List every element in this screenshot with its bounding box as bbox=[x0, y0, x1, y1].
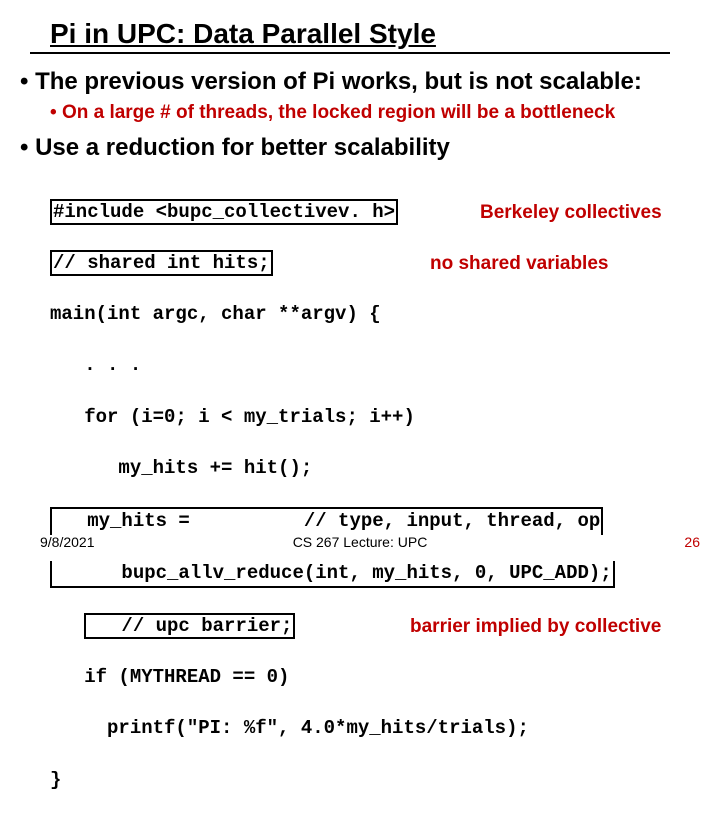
annot-berkeley: Berkeley collectives bbox=[480, 200, 662, 226]
code-barrier-box: // upc barrier; bbox=[84, 613, 295, 639]
code-line: . . . bbox=[50, 353, 700, 379]
code-line: my_hits += hit(); bbox=[50, 456, 700, 482]
bullet-2: Use a reduction for better scalability bbox=[20, 134, 700, 162]
code-line: main(int argc, char **argv) { bbox=[50, 302, 700, 328]
bullet-1-sub: On a large # of threads, the locked regi… bbox=[50, 102, 700, 124]
slide-title: Pi in UPC: Data Parallel Style bbox=[50, 18, 436, 50]
code-line: for (i=0; i < my_trials; i++) bbox=[50, 405, 700, 431]
code-include-box: #include <bupc_collectivev. h> bbox=[50, 199, 398, 225]
code-line: } bbox=[50, 768, 700, 794]
annot-noshared: no shared variables bbox=[430, 251, 608, 277]
code-line: if (MYTHREAD == 0) bbox=[50, 665, 700, 691]
code-line: printf("PI: %f", 4.0*my_hits/trials); bbox=[50, 716, 700, 742]
bullet-block: The previous version of Pi works, but is… bbox=[0, 54, 720, 162]
annot-barrier: barrier implied by collective bbox=[410, 614, 661, 640]
code-reduce-line2: bupc_allv_reduce(int, my_hits, 0, UPC_AD… bbox=[50, 561, 615, 589]
code-block: #include <bupc_collectivev. h> Berkeley c… bbox=[0, 168, 720, 819]
bullet-1: The previous version of Pi works, but is… bbox=[20, 68, 700, 96]
code-reduce-line1: my_hits = // type, input, thread, op bbox=[50, 507, 603, 535]
code-shared-box: // shared int hits; bbox=[50, 250, 273, 276]
footer-page: 26 bbox=[684, 534, 700, 550]
footer-title: CS 267 Lecture: UPC bbox=[0, 534, 720, 550]
